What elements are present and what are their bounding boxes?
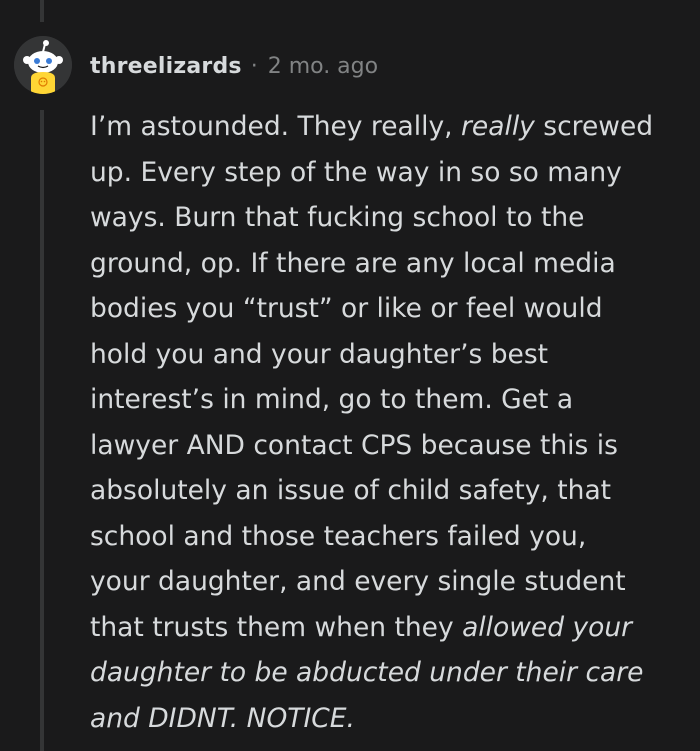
comment-text-segment: screwed [534,111,654,142]
comment-text-segment: ways. Burn that fucking school to the [90,202,585,233]
comment-text-segment: school and those teachers failed you, [90,520,587,552]
comment-italic-text: and DIDNT. NOTICE. [90,702,355,734]
comment-line: lawyer AND contact CPS because this is [90,423,686,469]
comment-text-segment: bodies you “trust” or like or feel would [90,293,603,324]
comment-line: and DIDNT. NOTICE. [90,696,686,742]
comment-text-segment: interest’s in mind, go to them. Get a [90,384,574,415]
comment-line: hold you and your daughter’s best [90,332,686,378]
comment-text-segment: up. Every step of the way in so so many [90,156,622,188]
user-avatar[interactable] [14,36,72,94]
comment-header: threelizards · 2 mo. ago [90,48,378,84]
comment-text-segment: hold you and your daughter’s best [90,338,549,370]
comment-line: ground, op. If there are any local media [90,241,686,287]
comment-line: that trusts them when they allowed your [90,605,686,651]
thread-line-top[interactable] [40,0,44,22]
comment-line: school and those teachers failed you, [90,514,686,560]
comment-line: bodies you “trust” or like or feel would [90,286,686,332]
meta-separator: · [250,53,258,79]
comment-line: interest’s in mind, go to them. Get a [90,377,686,423]
comment-line: ways. Burn that fucking school to the [90,195,686,241]
comment-body: I’m astounded. They really, really screw… [90,104,686,741]
comment-text-segment: I’m astounded. They really, [90,111,462,142]
comment-text: I’m astounded. They really, really screw… [90,104,686,741]
snoo-avatar-icon [14,36,72,94]
comment-text-segment: your daughter, and every single student [90,566,626,597]
comment-line: I’m astounded. They really, really screw… [90,104,686,150]
comment-italic-text: really [461,111,535,142]
comment-text-segment: that trusts them when they [90,611,463,643]
comment-text-segment: absolutely an issue of child safety, tha… [90,475,612,506]
comment-italic-text: allowed your [462,611,633,643]
comment-line: your daughter, and every single student [90,559,686,605]
comment-line: daughter to be abducted under their care [90,650,686,696]
comment-username[interactable]: threelizards [90,54,242,79]
comment-timestamp[interactable]: 2 mo. ago [268,54,378,79]
comment-text-segment: lawyer AND contact CPS because this is [90,429,618,461]
comment-line: absolutely an issue of child safety, tha… [90,468,686,514]
comment-line: up. Every step of the way in so so many [90,150,686,196]
thread-collapse-line[interactable] [40,110,44,751]
comment-text-segment: ground, op. If there are any local media [90,247,616,279]
comment-italic-text: daughter to be abducted under their care [90,657,644,688]
